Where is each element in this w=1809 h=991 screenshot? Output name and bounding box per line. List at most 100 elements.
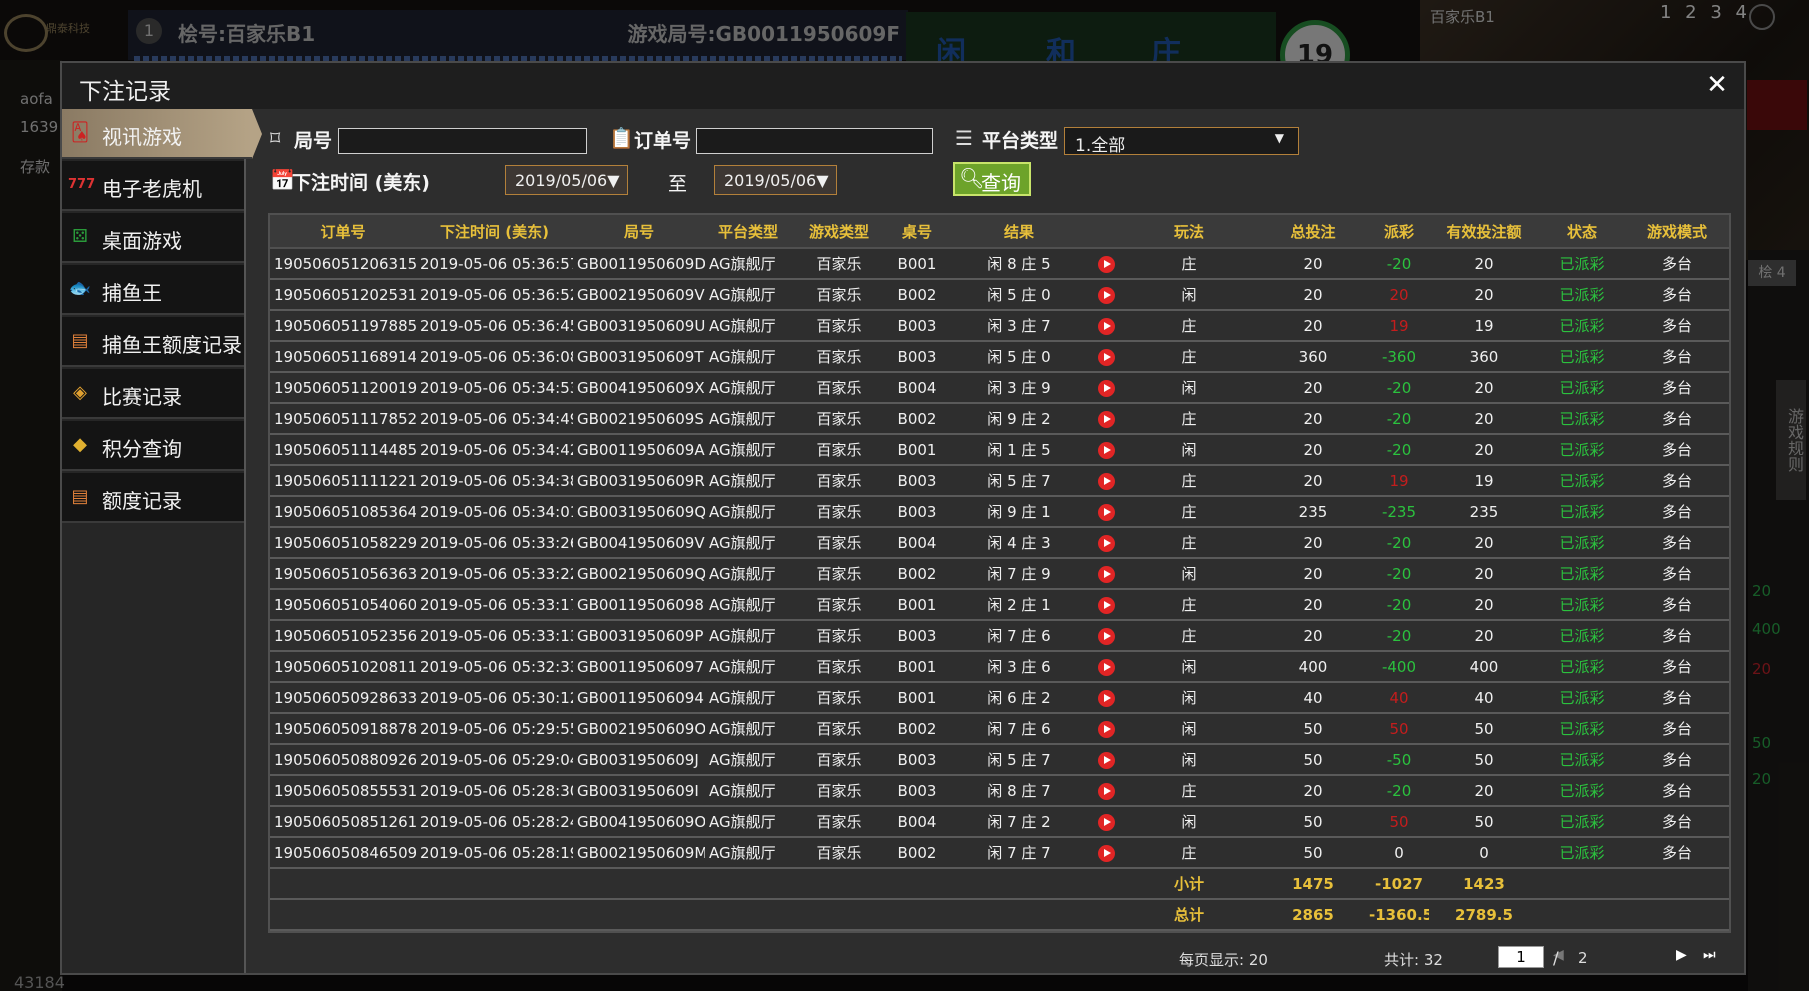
- empty-cell: [1625, 899, 1729, 931]
- sidebar-item-fishing[interactable]: 🐟 捕鱼王: [62, 265, 244, 315]
- empty-cell: [947, 899, 1091, 931]
- round-id-cell: GB0021950609S: [573, 403, 705, 435]
- bet-time-cell: 2019-05-06 05:33:26: [416, 527, 573, 559]
- order-id-cell: 190506051168914: [270, 341, 416, 373]
- page-number-input[interactable]: [1498, 946, 1544, 968]
- total-bet-cell: 20: [1257, 558, 1369, 590]
- next-page-icon[interactable]: ▶: [1676, 947, 1687, 963]
- play-icon[interactable]: [1097, 255, 1115, 273]
- date-to-picker[interactable]: 2019/05/06▼: [714, 165, 837, 195]
- bet-time-cell: 2019-05-06 05:36:52: [416, 279, 573, 311]
- table-row: 190506051117852 2019-05-06 05:34:49 GB0021…: [270, 403, 1729, 435]
- bet-type-cell: 庄: [1121, 837, 1257, 869]
- replay-cell: [1091, 713, 1121, 745]
- game-type-cell: 百家乐: [791, 682, 887, 714]
- order-id-cell: 190506050928633: [270, 682, 416, 714]
- play-icon[interactable]: [1097, 565, 1115, 583]
- platform-cell: AG旗舰厅: [705, 403, 791, 435]
- sidebar-item-table-games[interactable]: ⚄ 桌面游戏: [62, 213, 244, 263]
- chevron-down-icon: ▼: [1274, 131, 1284, 145]
- subtotal-row-payout: -1027: [1369, 868, 1429, 900]
- round-id-cell: GB0031950609P: [573, 620, 705, 652]
- table-row: 190506050880926 2019-05-06 05:29:04 GB0031…: [270, 744, 1729, 776]
- payout-cell: -20: [1369, 620, 1429, 652]
- order-id-cell: 190506051054060: [270, 589, 416, 621]
- modal-title: 下注记录: [79, 79, 171, 105]
- sidebar-item-fishing-credit[interactable]: ▤ 捕鱼王额度记录: [62, 317, 244, 367]
- replay-cell: [1091, 775, 1121, 807]
- round-input[interactable]: [338, 128, 587, 154]
- total-row-valid-bet: 2789.5: [1429, 899, 1539, 931]
- game-type-cell: 百家乐: [791, 496, 887, 528]
- platform-cell: AG旗舰厅: [705, 775, 791, 807]
- chevron-down-icon: ▼: [607, 171, 620, 190]
- sidebar-item-live-games[interactable]: 🂡 视讯游戏: [62, 109, 262, 159]
- table-no-cell: B002: [887, 403, 947, 435]
- last-page-icon[interactable]: ⏭: [1703, 947, 1716, 963]
- play-icon[interactable]: [1097, 689, 1115, 707]
- play-icon[interactable]: [1097, 751, 1115, 769]
- sidebar-item-credit-records[interactable]: ▤ 额度记录: [62, 473, 244, 523]
- play-icon[interactable]: [1097, 379, 1115, 397]
- game-mode-cell: 多台: [1625, 837, 1729, 869]
- order-id-cell: 190506051058229: [270, 527, 416, 559]
- platform-select[interactable]: 1.全部 ▼: [1064, 127, 1299, 156]
- table-row: 190506051020811 2019-05-06 05:32:33 GB0011…: [270, 651, 1729, 683]
- platform-cell: AG旗舰厅: [705, 713, 791, 745]
- valid-bet-cell: 20: [1429, 434, 1539, 466]
- play-icon[interactable]: [1097, 503, 1115, 521]
- play-icon[interactable]: [1097, 720, 1115, 738]
- order-id-cell: 190506051117852: [270, 403, 416, 435]
- game-type-cell: 百家乐: [791, 713, 887, 745]
- play-icon[interactable]: [1097, 534, 1115, 552]
- total-row-label: 总计: [1121, 899, 1257, 931]
- status-cell: 已派彩: [1539, 465, 1625, 497]
- query-button[interactable]: 🔍︎ 查询: [953, 162, 1031, 196]
- table-no-cell: B001: [887, 651, 947, 683]
- bet-time-cell: 2019-05-06 05:33:17: [416, 589, 573, 621]
- order-id-cell: 190506051052356: [270, 620, 416, 652]
- play-icon[interactable]: [1097, 441, 1115, 459]
- platform-cell: AG旗舰厅: [705, 527, 791, 559]
- play-icon[interactable]: [1097, 658, 1115, 676]
- result-cell: 闲 7 庄 2: [947, 806, 1091, 838]
- play-icon[interactable]: [1097, 627, 1115, 645]
- date-from-picker[interactable]: 2019/05/06▼: [505, 165, 628, 195]
- status-cell: 已派彩: [1539, 558, 1625, 590]
- status-cell: 已派彩: [1539, 589, 1625, 621]
- order-id-cell: 190506050880926: [270, 744, 416, 776]
- order-id-cell: 190506051111221: [270, 465, 416, 497]
- play-icon[interactable]: [1097, 813, 1115, 831]
- dice-icon: ⚄: [72, 226, 88, 247]
- close-icon[interactable]: ✕: [1702, 70, 1732, 100]
- table-no-cell: B003: [887, 744, 947, 776]
- order-input[interactable]: [696, 128, 933, 154]
- bet-time-cell: 2019-05-06 05:34:42: [416, 434, 573, 466]
- total-bet-cell: 50: [1257, 744, 1369, 776]
- empty-cell: [416, 868, 573, 900]
- table-row: 190506051197885 2019-05-06 05:36:45 GB0031…: [270, 310, 1729, 342]
- play-icon[interactable]: [1097, 286, 1115, 304]
- play-icon[interactable]: [1097, 844, 1115, 862]
- sidebar-item-match-records[interactable]: ◈ 比赛记录: [62, 369, 244, 419]
- play-icon[interactable]: [1097, 782, 1115, 800]
- platform-cell: AG旗舰厅: [705, 744, 791, 776]
- round-id-cell: GB0031950609T: [573, 341, 705, 373]
- empty-cell: [887, 868, 947, 900]
- payout-cell: -235: [1369, 496, 1429, 528]
- bet-time-cell: 2019-05-06 05:28:24: [416, 806, 573, 838]
- game-mode-cell: 多台: [1625, 248, 1729, 280]
- bet-type-cell: 庄: [1121, 620, 1257, 652]
- sidebar-item-slots[interactable]: 777 电子老虎机: [62, 161, 244, 211]
- play-icon[interactable]: [1097, 472, 1115, 490]
- play-icon[interactable]: [1097, 317, 1115, 335]
- game-mode-cell: 多台: [1625, 744, 1729, 776]
- result-cell: 闲 5 庄 0: [947, 341, 1091, 373]
- play-icon[interactable]: [1097, 410, 1115, 428]
- status-cell: 已派彩: [1539, 341, 1625, 373]
- play-icon[interactable]: [1097, 596, 1115, 614]
- play-icon[interactable]: [1097, 348, 1115, 366]
- sidebar-item-points[interactable]: ◆ 积分查询: [62, 421, 244, 471]
- bet-time-cell: 2019-05-06 05:34:49: [416, 403, 573, 435]
- table-no-cell: B004: [887, 527, 947, 559]
